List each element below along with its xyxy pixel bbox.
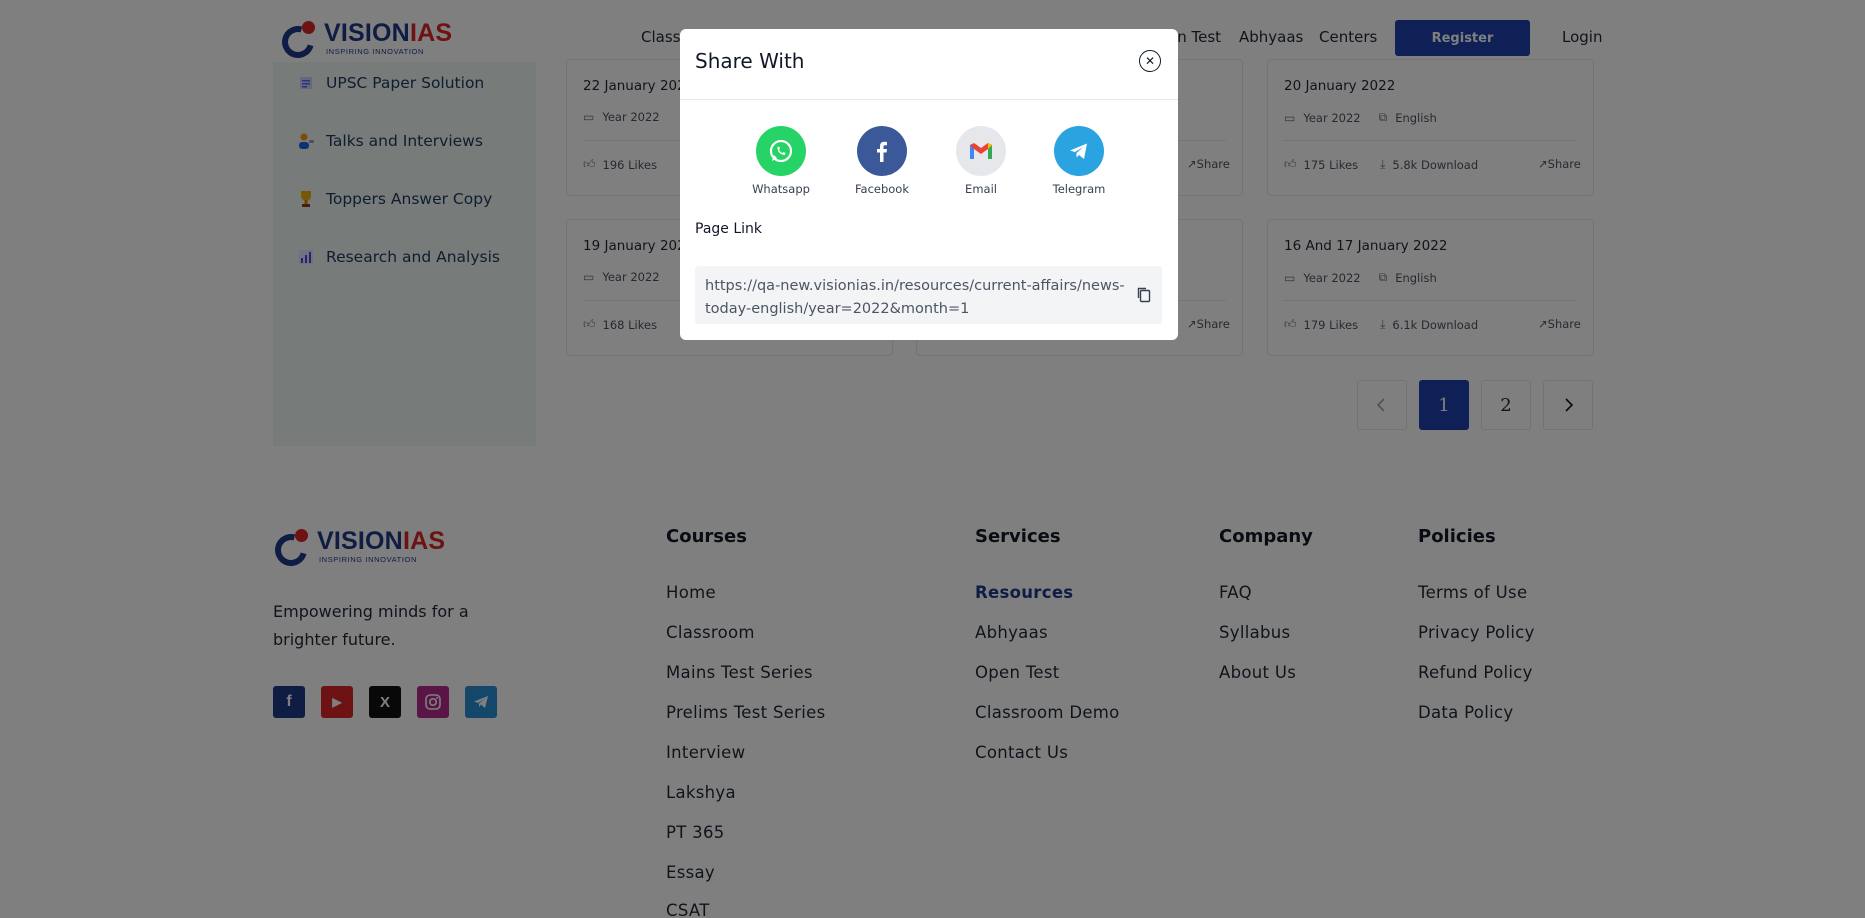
share-telegram-button[interactable]: Telegram — [1034, 126, 1124, 196]
share-facebook-button[interactable]: Facebook — [837, 126, 927, 196]
share-whatsapp-button[interactable]: Whatsapp — [736, 126, 826, 196]
share-email-button[interactable]: Email — [936, 126, 1026, 196]
share-modal: Share With ✕ Whatsapp Facebook Email Tel… — [680, 29, 1178, 340]
gmail-icon — [956, 126, 1006, 176]
page-link-field[interactable]: https://qa-new.visionias.in/resources/cu… — [695, 266, 1162, 324]
page-link-url: https://qa-new.visionias.in/resources/cu… — [705, 278, 1125, 317]
copy-icon[interactable] — [1136, 286, 1154, 306]
telegram-icon — [1054, 126, 1104, 176]
share-option-label: Email — [965, 182, 997, 196]
share-option-label: Whatsapp — [752, 182, 810, 196]
whatsapp-icon — [756, 126, 806, 176]
share-option-label: Telegram — [1052, 182, 1106, 196]
modal-divider — [680, 99, 1178, 100]
modal-title: Share With — [695, 49, 805, 73]
facebook-icon — [857, 126, 907, 176]
close-icon[interactable]: ✕ — [1139, 50, 1161, 72]
page-link-label: Page Link — [695, 221, 763, 237]
share-option-label: Facebook — [854, 182, 910, 196]
